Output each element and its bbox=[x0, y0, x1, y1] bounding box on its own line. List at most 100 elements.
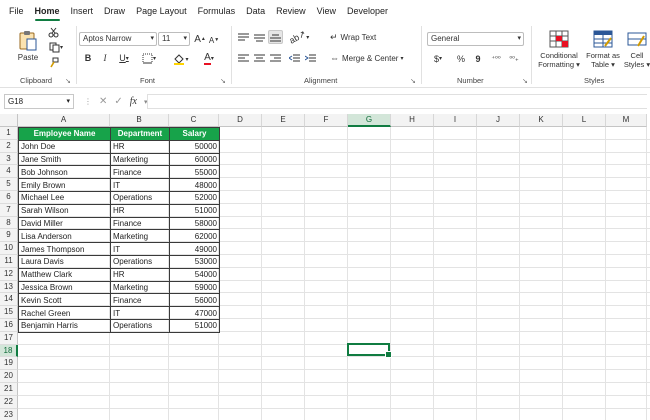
align-top-button[interactable] bbox=[237, 31, 249, 43]
conditional-formatting-button[interactable]: Conditional Formatting ▾ bbox=[535, 25, 583, 73]
format-as-table-button[interactable]: Format as Table ▾ bbox=[584, 25, 622, 73]
column-header-d[interactable]: D bbox=[219, 114, 262, 127]
salary-cell[interactable]: 49000 bbox=[169, 242, 220, 256]
row-header-15[interactable]: 15 bbox=[0, 306, 18, 319]
department-cell[interactable]: Operations bbox=[110, 318, 170, 333]
font-size-combo[interactable]: 11 ▾ bbox=[158, 32, 190, 46]
align-right-button[interactable] bbox=[269, 52, 281, 64]
header-employee-name[interactable]: Employee Name bbox=[18, 127, 111, 141]
column-header-j[interactable]: J bbox=[477, 114, 520, 127]
tab-developer[interactable]: Developer bbox=[347, 4, 388, 18]
column-header-k[interactable]: K bbox=[520, 114, 563, 127]
department-cell[interactable]: Finance bbox=[110, 216, 170, 231]
tab-data[interactable]: Data bbox=[246, 4, 265, 18]
row-header-21[interactable]: 21 bbox=[0, 383, 18, 396]
row-header-18[interactable]: 18 bbox=[0, 344, 18, 358]
currency-button[interactable]: $ ▾ bbox=[430, 52, 446, 65]
salary-cell[interactable]: 62000 bbox=[169, 229, 220, 244]
cancel-icon[interactable]: ✕ bbox=[99, 96, 107, 107]
row-header-12[interactable]: 12 bbox=[0, 267, 18, 281]
tab-file[interactable]: File bbox=[9, 4, 24, 18]
employee-name-cell[interactable]: Sarah Wilson bbox=[18, 203, 111, 218]
row-header-19[interactable]: 19 bbox=[0, 357, 18, 371]
decrease-font-button[interactable]: A ▼ bbox=[208, 33, 220, 47]
row-header-8[interactable]: 8 bbox=[0, 216, 18, 230]
formula-input[interactable] bbox=[147, 94, 647, 109]
bold-button[interactable]: B bbox=[82, 52, 94, 64]
underline-button[interactable]: U ▾ bbox=[115, 52, 133, 64]
column-header-b[interactable]: B bbox=[110, 114, 169, 127]
salary-cell[interactable]: 60000 bbox=[169, 152, 220, 167]
tab-page-layout[interactable]: Page Layout bbox=[136, 4, 187, 18]
merge-center-button[interactable]: ⇔ Merge & Center ▾ bbox=[330, 52, 410, 64]
wrap-text-button[interactable]: ↵ Wrap Text bbox=[330, 31, 388, 43]
tab-review[interactable]: Review bbox=[276, 4, 306, 18]
employee-name-cell[interactable]: David Miller bbox=[18, 216, 111, 231]
name-box[interactable]: G18 ▾ bbox=[4, 94, 74, 109]
salary-cell[interactable]: 55000 bbox=[169, 165, 220, 180]
column-header-l[interactable]: L bbox=[563, 114, 606, 127]
enter-icon[interactable]: ✓ bbox=[114, 96, 122, 107]
cell-styles-button[interactable]: Cell Styles ▾ bbox=[622, 25, 650, 73]
employee-name-cell[interactable]: Bob Johnson bbox=[18, 165, 111, 180]
employee-name-cell[interactable]: Lisa Anderson bbox=[18, 229, 111, 244]
row-header-4[interactable]: 4 bbox=[0, 165, 18, 179]
column-header-h[interactable]: H bbox=[391, 114, 434, 127]
cut-button[interactable] bbox=[46, 26, 60, 38]
dialog-launcher-icon[interactable]: ↘ bbox=[522, 77, 528, 85]
column-header-g[interactable]: G bbox=[348, 114, 391, 127]
row-header-10[interactable]: 10 bbox=[0, 242, 18, 255]
font-color-button[interactable]: A ▾ bbox=[198, 51, 220, 66]
tab-home[interactable]: Home bbox=[34, 4, 60, 21]
decrease-decimal-button[interactable]: ⁰⁰₊ bbox=[507, 52, 521, 65]
insert-function-button[interactable]: fx bbox=[130, 96, 137, 107]
employee-name-cell[interactable]: Laura Davis bbox=[18, 254, 111, 269]
employee-name-cell[interactable]: John Doe bbox=[18, 139, 111, 154]
department-cell[interactable]: HR bbox=[110, 267, 170, 282]
column-header-i[interactable]: I bbox=[434, 114, 477, 127]
dialog-launcher-icon[interactable]: ↘ bbox=[220, 77, 226, 85]
employee-name-cell[interactable]: Matthew Clark bbox=[18, 267, 111, 282]
header-salary[interactable]: Salary bbox=[169, 127, 220, 141]
column-header-c[interactable]: C bbox=[169, 114, 219, 127]
employee-name-cell[interactable]: Rachel Green bbox=[18, 306, 111, 320]
department-cell[interactable]: IT bbox=[110, 242, 170, 256]
align-center-button[interactable] bbox=[253, 52, 265, 64]
format-painter-button[interactable] bbox=[46, 56, 60, 68]
employee-name-cell[interactable]: Kevin Scott bbox=[18, 293, 111, 308]
department-cell[interactable]: IT bbox=[110, 178, 170, 192]
salary-cell[interactable]: 50000 bbox=[169, 139, 220, 154]
department-cell[interactable]: Finance bbox=[110, 293, 170, 308]
department-cell[interactable]: Operations bbox=[110, 254, 170, 269]
row-header-17[interactable]: 17 bbox=[0, 331, 18, 345]
column-header-f[interactable]: F bbox=[305, 114, 348, 127]
dialog-launcher-icon[interactable]: ↘ bbox=[410, 77, 416, 85]
row-header-14[interactable]: 14 bbox=[0, 293, 18, 307]
row-header-2[interactable]: 2 bbox=[0, 139, 18, 153]
employee-name-cell[interactable]: Emily Brown bbox=[18, 178, 111, 192]
salary-cell[interactable]: 47000 bbox=[169, 306, 220, 320]
align-bottom-button[interactable] bbox=[268, 30, 283, 44]
fill-color-button[interactable]: ▾ bbox=[171, 52, 191, 66]
row-header-9[interactable]: 9 bbox=[0, 229, 18, 243]
salary-cell[interactable]: 53000 bbox=[169, 254, 220, 269]
italic-button[interactable]: I bbox=[99, 52, 111, 64]
department-cell[interactable]: Marketing bbox=[110, 152, 170, 167]
column-header-e[interactable]: E bbox=[262, 114, 305, 127]
department-cell[interactable]: Marketing bbox=[110, 229, 170, 244]
employee-name-cell[interactable]: James Thompson bbox=[18, 242, 111, 256]
row-header-16[interactable]: 16 bbox=[0, 319, 18, 332]
salary-cell[interactable]: 59000 bbox=[169, 280, 220, 295]
column-header-m[interactable]: M bbox=[606, 114, 647, 127]
row-header-1[interactable]: 1 bbox=[0, 127, 18, 140]
salary-cell[interactable]: 56000 bbox=[169, 293, 220, 308]
row-header-23[interactable]: 23 bbox=[0, 408, 18, 420]
row-header-13[interactable]: 13 bbox=[0, 280, 18, 294]
department-cell[interactable]: IT bbox=[110, 306, 170, 320]
tab-insert[interactable]: Insert bbox=[71, 4, 94, 18]
row-header-22[interactable]: 22 bbox=[0, 395, 18, 409]
row-header-6[interactable]: 6 bbox=[0, 191, 18, 204]
align-middle-button[interactable] bbox=[253, 31, 265, 43]
salary-cell[interactable]: 54000 bbox=[169, 267, 220, 282]
department-cell[interactable]: Finance bbox=[110, 165, 170, 180]
